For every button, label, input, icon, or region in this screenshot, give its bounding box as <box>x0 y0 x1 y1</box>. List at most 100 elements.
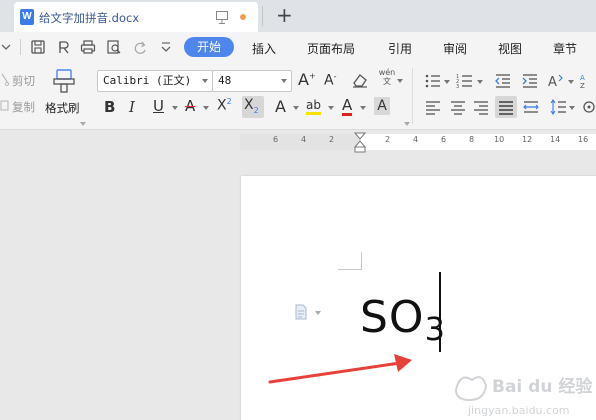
underline-button[interactable]: U <box>153 97 164 115</box>
font-size-value: 48 <box>218 74 232 87</box>
subscript-icon: X <box>244 97 254 113</box>
monitor-icon[interactable] <box>216 11 228 24</box>
group-divider <box>412 68 413 124</box>
chevron-down-icon[interactable] <box>477 80 483 84</box>
chevron-down-icon[interactable] <box>315 311 321 315</box>
ruler-number: 12 <box>522 135 533 144</box>
indent-marker-icon[interactable] <box>354 132 366 154</box>
menu-divider <box>20 39 21 55</box>
chevron-down-icon[interactable] <box>0 41 12 53</box>
align-left-icon[interactable] <box>424 98 442 116</box>
watermark-url: jingyan.baidu.com <box>467 404 570 417</box>
paragraph-layout-icon[interactable] <box>294 304 308 320</box>
align-center-icon[interactable] <box>449 98 467 116</box>
bold-button[interactable]: B <box>104 98 115 116</box>
line-spacing-icon[interactable] <box>549 98 567 116</box>
shrink-font-button[interactable]: A- <box>324 72 336 89</box>
char-shading-button[interactable]: A <box>374 97 390 115</box>
grow-font-icon: A <box>298 70 309 89</box>
text-direction-icon[interactable]: A <box>547 72 565 90</box>
svg-text:Z: Z <box>580 82 585 90</box>
sort-icon[interactable]: AZ <box>580 72 596 90</box>
pinyin-guide-button[interactable]: wén 文 <box>377 68 397 90</box>
export-icon[interactable] <box>56 39 72 55</box>
superscript-icon: X <box>217 97 227 114</box>
chevron-down-icon <box>202 79 208 83</box>
format-painter-icon[interactable] <box>52 68 76 94</box>
strikethrough-button[interactable]: A <box>185 97 195 115</box>
tab-view[interactable]: 视图 <box>498 40 522 57</box>
chevron-down-icon[interactable] <box>293 106 299 110</box>
distributed-align-icon[interactable] <box>522 98 540 116</box>
redo-icon[interactable] <box>132 39 148 55</box>
justify-icon[interactable] <box>497 98 515 116</box>
ruler-number: 4 <box>301 135 307 144</box>
copy-icon[interactable] <box>0 98 10 112</box>
tab-page-layout[interactable]: 页面布局 <box>307 40 355 57</box>
chevron-down-icon[interactable] <box>172 106 178 110</box>
clear-format-icon[interactable] <box>351 71 369 89</box>
format-painter-button[interactable]: 格式刷 <box>45 100 80 116</box>
superscript-button[interactable]: X2 <box>217 97 232 114</box>
group-expand-icon[interactable] <box>404 122 410 126</box>
chevron-down-icon[interactable] <box>360 106 366 110</box>
document-tab-title: 给文字加拼音.docx <box>39 11 140 25</box>
highlight-button[interactable]: ab <box>306 98 321 115</box>
ruler-number: 8 <box>469 135 475 144</box>
horizontal-ruler: 6 4 2 2 4 6 8 10 12 14 16 <box>0 130 596 154</box>
subscript-mark: 2 <box>253 105 259 115</box>
document-tab[interactable]: W 给文字加拼音.docx <box>14 2 258 32</box>
tab-section[interactable]: 章节 <box>553 40 577 57</box>
paragraph-settings-icon[interactable] <box>580 98 596 116</box>
group-expand-icon[interactable] <box>80 122 86 126</box>
copy-button[interactable]: 复制 <box>12 99 35 115</box>
formula-subscript: 3 <box>424 310 445 348</box>
ruler-margin <box>240 134 360 150</box>
chemical-formula[interactable]: SO3 <box>360 292 445 348</box>
print-preview-icon[interactable] <box>106 39 122 55</box>
ruler-number: 2 <box>329 135 335 144</box>
chevron-down-icon[interactable] <box>568 80 574 84</box>
formula-main-text: SO <box>360 292 425 343</box>
tab-references[interactable]: 引用 <box>388 40 412 57</box>
highlight-icon: ab <box>306 98 321 112</box>
tab-divider <box>262 6 263 26</box>
chevron-down-icon[interactable] <box>569 106 575 110</box>
tab-insert[interactable]: 插入 <box>252 40 276 57</box>
align-right-icon[interactable] <box>472 98 490 116</box>
font-name-value: Calibri (正文) <box>103 74 192 87</box>
scissors-icon[interactable] <box>0 72 10 86</box>
save-icon[interactable] <box>30 39 46 55</box>
tab-home[interactable]: 开始 <box>184 37 234 57</box>
tab-bar: W 给文字加拼音.docx + <box>0 0 596 32</box>
font-color-button[interactable]: A <box>342 97 353 116</box>
pinyin-guide-icon: wén 文 <box>378 68 396 86</box>
chevron-down-icon[interactable] <box>328 106 334 110</box>
quick-access-dropdown-icon[interactable] <box>158 39 174 55</box>
baidu-watermark-logo: Bai du 经验 jingyan.baidu.com <box>454 376 593 417</box>
svg-text:A: A <box>548 75 557 90</box>
cut-button[interactable]: 剪切 <box>12 73 35 89</box>
subscript-button[interactable]: X2 <box>244 97 259 115</box>
ribbon-home: 剪切 复制 格式刷 Calibri (正文) 48 A+ A- wén 文 B … <box>0 62 596 130</box>
ruler-number: 16 <box>578 135 589 144</box>
text-effect-button[interactable]: A <box>275 97 286 116</box>
ruler-number: 6 <box>441 135 447 144</box>
bullet-list-icon[interactable] <box>424 72 442 90</box>
font-size-select[interactable]: 48 <box>212 70 292 92</box>
grow-font-button[interactable]: A+ <box>298 70 316 89</box>
superscript-mark: 2 <box>226 97 232 106</box>
decrease-indent-icon[interactable] <box>494 72 512 90</box>
tab-review[interactable]: 审阅 <box>443 40 467 57</box>
text-effect-icon: A <box>275 97 286 116</box>
numbered-list-icon[interactable]: 123 <box>456 72 474 90</box>
chevron-down-icon[interactable] <box>397 79 403 83</box>
italic-button[interactable]: I <box>129 98 135 116</box>
chevron-down-icon[interactable] <box>444 80 450 84</box>
chevron-down-icon[interactable] <box>203 106 209 110</box>
ruler-number: 14 <box>550 135 561 144</box>
font-name-select[interactable]: Calibri (正文) <box>97 70 213 92</box>
new-tab-button[interactable]: + <box>276 3 293 27</box>
print-icon[interactable] <box>80 39 96 55</box>
increase-indent-icon[interactable] <box>521 72 539 90</box>
